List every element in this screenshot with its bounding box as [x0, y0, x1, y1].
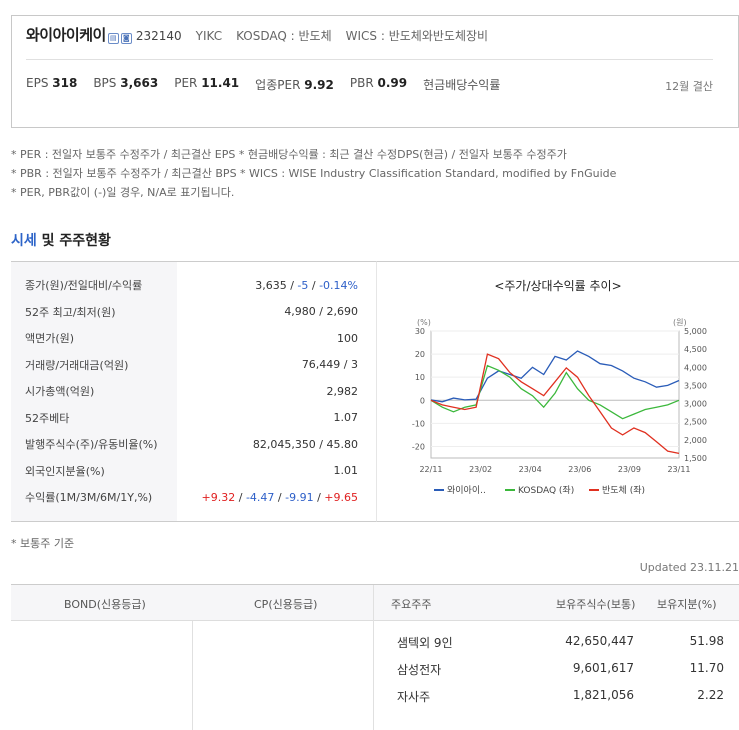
- metric-pbr: PBR 0.99: [349, 76, 408, 90]
- table-row: 발행주식수(주)/유동비율(%) 82,045,350 / 45.80: [11, 431, 376, 457]
- right-tick-label: 2,000: [684, 436, 707, 445]
- section-title: 시세 및 주주현황: [11, 233, 111, 249]
- series-line: [430, 364, 680, 420]
- x-tick-label: 23/06: [568, 465, 591, 474]
- series-line: [430, 353, 680, 455]
- x-tick-label: 23/09: [618, 465, 641, 474]
- right-tick-label: 4,000: [684, 363, 707, 372]
- row-label: 수익률(1M/3M/6M/1Y,%): [25, 491, 153, 504]
- note-line: * PER, PBR값이 (-)일 경우, N/A로 표기됩니다.: [11, 186, 235, 199]
- stock-code: 232140: [135, 29, 182, 43]
- table-row: 거래량/거래대금(억원) 76,449 / 3: [11, 352, 376, 378]
- row-value: 1.07: [333, 411, 359, 424]
- table-header: BOND(신용등급) CP(신용등급) 주요주주 보유주식수(보통) 보유지분(…: [11, 585, 739, 621]
- wics-classification: WICS : 반도체와반도체장비: [345, 29, 489, 43]
- x-tick-label: 23/11: [667, 465, 690, 474]
- right-unit: (원): [673, 318, 687, 327]
- plot-area: [430, 330, 680, 459]
- company-title-row: 와이아이케이 ▤ ◙ 232140 YIKC KOSDAQ : 반도체 WICS…: [26, 24, 488, 45]
- price-table: 종가(원)/전일대비/수익률 3,635 / -5 / -0.14% 52주 최고/…: [11, 261, 376, 522]
- table-row: 52주 최고/최저(원) 4,980 / 2,690: [11, 299, 376, 325]
- row-label: 52주 최고/최저(원): [25, 305, 116, 319]
- holder-shares: 42,650,447: [565, 634, 634, 648]
- x-tick-label: 23/02: [469, 465, 492, 474]
- notes: * PER : 전일자 보통주 수정주가 / 최근결산 EPS * 현금배당수익…: [11, 145, 616, 202]
- holder-name: 샘텍외 9인: [397, 636, 453, 650]
- row-value: +9.32 / -4.47 / -9.91 / +9.65: [201, 490, 358, 504]
- holder-stake: 11.70: [689, 661, 724, 675]
- note-line: * PER : 전일자 보통주 수정주가 / 최근결산 EPS * 현금배당수익…: [11, 148, 567, 161]
- row-value: 3,635 / -5 / -0.14%: [255, 278, 358, 292]
- header-shares: 보유주식수(보통): [556, 598, 636, 611]
- metric-bps: BPS 3,663: [93, 76, 159, 90]
- legend-label: 와이아이..: [447, 484, 486, 496]
- info-mini-icon[interactable]: ◙: [120, 33, 132, 44]
- row-label: 발행주식수(주)/유동비율(%): [25, 438, 158, 451]
- x-tick-label: 23/04: [519, 465, 542, 474]
- company-name: 와이아이케이: [26, 26, 106, 44]
- left-tick-label: 20: [415, 350, 425, 359]
- header-bond: BOND(신용등급): [64, 598, 146, 611]
- legend-label: KOSDAQ (좌): [518, 485, 574, 496]
- ticker: YIKC: [195, 29, 223, 43]
- row-value: 100: [337, 331, 358, 345]
- row-label: 시가총액(억원): [25, 385, 95, 398]
- header-cp: CP(신용등급): [254, 598, 318, 611]
- row-value: 2,982: [326, 384, 359, 398]
- right-tick-label: 3,500: [684, 381, 707, 390]
- holder-shares: 9,601,617: [572, 661, 634, 675]
- row-value: 76,449 / 3: [301, 358, 358, 371]
- metric-industry-per: 업종PER 9.92: [255, 78, 334, 92]
- holder-shares: 1,821,056: [572, 688, 634, 702]
- row-label: 52주베타: [25, 411, 70, 425]
- row-label: 외국인지분율(%): [25, 464, 105, 478]
- divider: [26, 59, 713, 60]
- holder-stake: 2.22: [697, 688, 724, 702]
- right-tick-label: 2,500: [684, 418, 707, 427]
- left-tick-label: 0: [420, 396, 425, 405]
- row-value: 82,045,350 / 45.80: [252, 437, 358, 451]
- market-classification: KOSDAQ : 반도체: [236, 29, 332, 43]
- shareholders-table: BOND(신용등급) CP(신용등급) 주요주주 보유주식수(보통) 보유지분(…: [11, 584, 739, 730]
- table-row: 52주베타 1.07: [11, 405, 376, 431]
- metric-per: PER 11.41: [174, 76, 240, 90]
- metric-dividend-yield: 현금배당수익률: [423, 78, 501, 92]
- left-tick-label: -10: [412, 419, 425, 428]
- price-chart: <주가/상대수익률 추이> 30 20 10 0 -10 -20 5,000 4,500 4,0…: [376, 261, 739, 522]
- kospi-mini-icon[interactable]: ▤: [107, 33, 119, 44]
- row-label: 종가(원)/전일대비/수익률: [25, 279, 143, 292]
- left-tick-label: 30: [415, 327, 425, 336]
- table-row: 액면가(원) 100: [11, 325, 376, 351]
- left-tick-label: -20: [412, 442, 425, 451]
- fiscal-settlement: 12월 결산: [665, 80, 713, 93]
- table-row: 수익률(1M/3M/6M/1Y,%) +9.32 / -4.47 / -9.91 …: [11, 484, 376, 510]
- metrics-row: EPS 318 BPS 3,663 PER 11.41 업종PER 9.92 P…: [26, 76, 516, 93]
- note-line: * PBR : 전일자 보통주 수정주가 / 최근결산 BPS * WICS :…: [11, 167, 617, 180]
- header-major-holder: 주요주주: [391, 598, 432, 611]
- holder-stake: 51.98: [689, 634, 724, 648]
- row-value: 1.01: [333, 464, 359, 477]
- row-value: 4,980 / 2,690: [284, 305, 358, 318]
- footnote: * 보통주 기준: [11, 537, 75, 550]
- legend-label: 반도체 (좌): [602, 485, 645, 496]
- header-stake-pct: 보유지분(%): [657, 598, 717, 611]
- row-label: 거래량/거래대금(억원): [25, 358, 129, 372]
- table-row: 종가(원)/전일대비/수익률 3,635 / -5 / -0.14%: [11, 272, 376, 298]
- right-tick-label: 4,500: [684, 345, 707, 354]
- left-tick-label: 10: [415, 373, 425, 382]
- updated-date: Updated 23.11.21: [639, 561, 739, 574]
- left-unit: (%): [417, 318, 431, 327]
- chart-svg: 30 20 10 0 -10 -20 5,000 4,500 4,000 3,500 3,000 2,…: [412, 318, 707, 496]
- right-tick-label: 5,000: [684, 327, 707, 336]
- holder-name: 삼성전자: [397, 663, 442, 677]
- row-label: 액면가(원): [25, 332, 75, 345]
- metric-eps: EPS 318: [26, 76, 78, 90]
- x-tick-label: 22/11: [419, 465, 442, 474]
- holder-name: 자사주: [397, 690, 431, 704]
- table-row: 외국인지분율(%) 1.01: [11, 458, 376, 484]
- right-tick-label: 3,000: [684, 400, 707, 409]
- table-row: 시가총액(억원) 2,982: [11, 378, 376, 404]
- right-tick-label: 1,500: [684, 454, 707, 463]
